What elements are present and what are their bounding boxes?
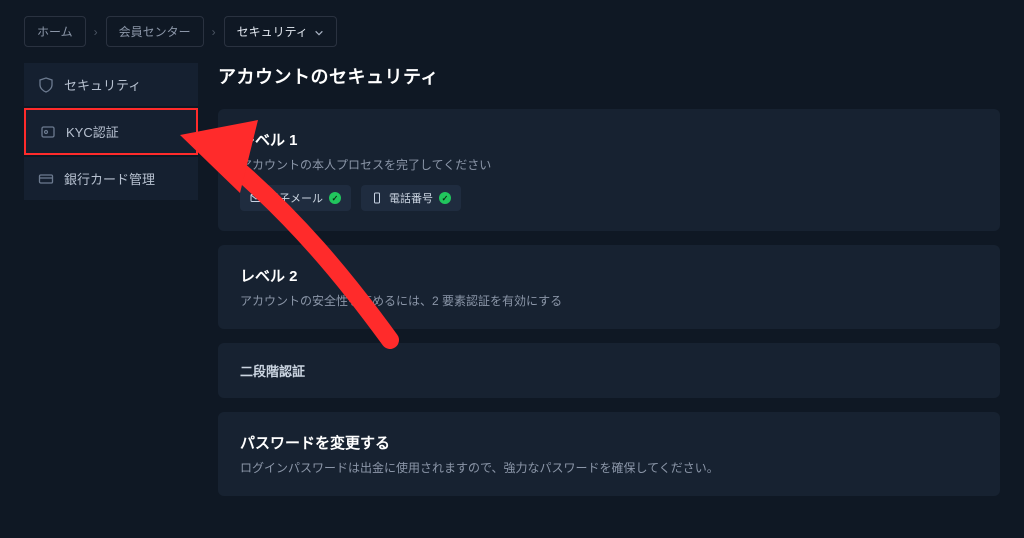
credit-card-icon xyxy=(38,171,54,187)
sidebar-item-label: KYC認証 xyxy=(66,122,119,141)
chip-phone[interactable]: 電話番号 ✓ xyxy=(361,185,461,211)
mail-icon xyxy=(250,192,262,204)
password-title: パスワードを変更する xyxy=(240,432,978,453)
chip-email[interactable]: 電子メール ✓ xyxy=(240,185,351,211)
check-icon: ✓ xyxy=(439,192,451,204)
main-content: アカウントのセキュリティ レベル 1 アカウントの本人プロセスを完了してください… xyxy=(218,63,1000,510)
level1-chips: 電子メール ✓ 電話番号 ✓ xyxy=(240,185,978,211)
crumb-sep-icon: › xyxy=(94,25,98,39)
card-level2: レベル 2 アカウントの安全性を高めるには、2 要素認証を有効にする xyxy=(218,245,1000,329)
row-twofa[interactable]: 二段階認証 xyxy=(218,343,1000,398)
twofa-label: 二段階認証 xyxy=(240,361,305,380)
id-card-icon xyxy=(40,124,56,140)
breadcrumb: ホーム › 会員センター › セキュリティ xyxy=(0,0,1024,63)
sidebar: セキュリティ KYC認証 銀行カード管理 xyxy=(24,63,198,510)
crumb-sep-icon: › xyxy=(212,25,216,39)
shield-icon xyxy=(38,77,54,93)
card-level1: レベル 1 アカウントの本人プロセスを完了してください 電子メール ✓ 電話番号… xyxy=(218,109,1000,231)
level1-title: レベル 1 xyxy=(240,129,978,150)
page-title: アカウントのセキュリティ xyxy=(218,63,1000,89)
sidebar-item-bankcard[interactable]: 銀行カード管理 xyxy=(24,157,198,200)
sidebar-item-label: セキュリティ xyxy=(64,75,141,94)
check-icon: ✓ xyxy=(329,192,341,204)
phone-icon xyxy=(371,192,383,204)
level2-title: レベル 2 xyxy=(240,265,978,286)
password-sub: ログインパスワードは出金に使用されますので、強力なパスワードを確保してください。 xyxy=(240,459,978,476)
chevron-down-icon xyxy=(314,27,324,37)
card-password: パスワードを変更する ログインパスワードは出金に使用されますので、強力なパスワー… xyxy=(218,412,1000,496)
crumb-current[interactable]: セキュリティ xyxy=(224,16,337,47)
crumb-center[interactable]: 会員センター xyxy=(106,16,204,47)
crumb-current-label: セキュリティ xyxy=(237,23,308,40)
sidebar-item-kyc[interactable]: KYC認証 xyxy=(24,108,198,155)
crumb-home[interactable]: ホーム xyxy=(24,16,86,47)
level2-sub: アカウントの安全性を高めるには、2 要素認証を有効にする xyxy=(240,292,978,309)
chip-email-label: 電子メール xyxy=(268,190,323,206)
sidebar-item-label: 銀行カード管理 xyxy=(64,169,155,188)
level1-sub: アカウントの本人プロセスを完了してください xyxy=(240,156,978,173)
chip-phone-label: 電話番号 xyxy=(389,190,433,206)
sidebar-item-security[interactable]: セキュリティ xyxy=(24,63,198,106)
